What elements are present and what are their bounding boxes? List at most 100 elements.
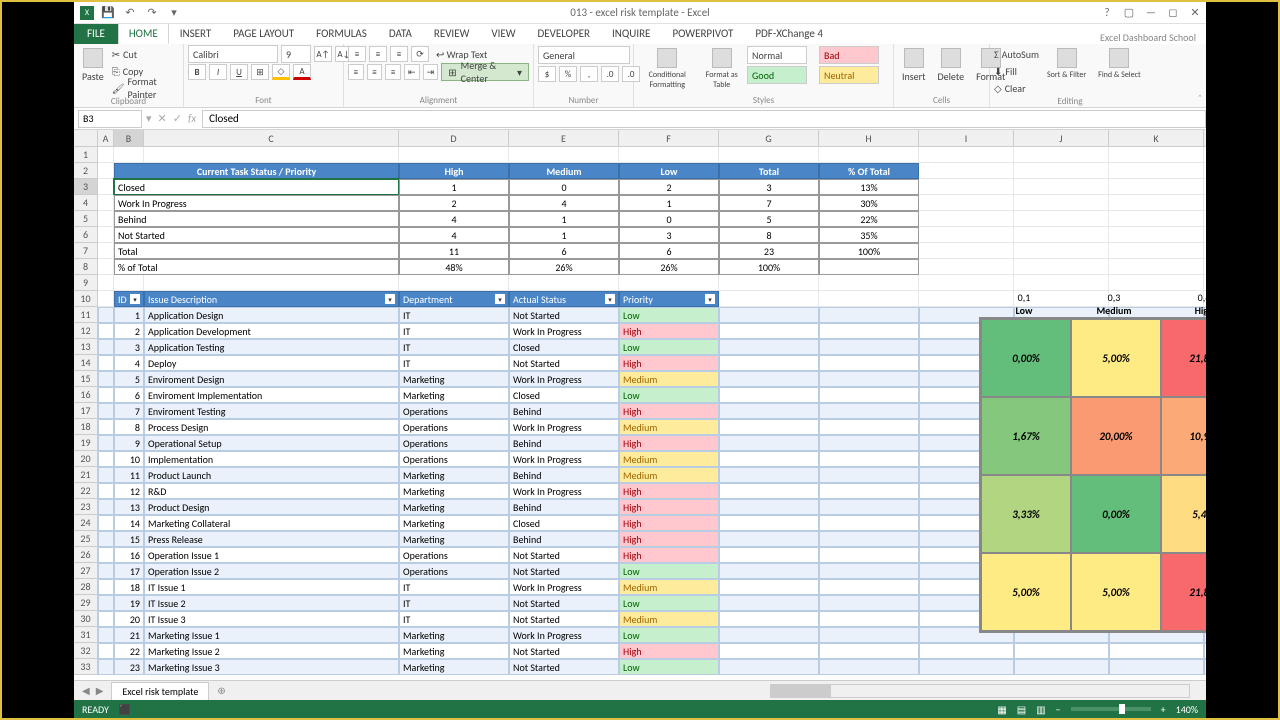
cell-E15[interactable]: Work In Progress [509,371,619,387]
tab-data[interactable]: DATA [378,23,423,44]
cell-E10[interactable]: Actual Status▾ [509,291,619,307]
row-header-8[interactable]: 8 [74,259,98,275]
cell-G17[interactable] [719,403,819,419]
fx-icon[interactable]: fx [188,112,196,125]
cell-G5[interactable]: 5 [719,211,819,227]
row-header-33[interactable]: 33 [74,659,98,675]
cell-G30[interactable] [719,611,819,627]
cell-C11[interactable]: Application Design [144,307,399,323]
border-button[interactable]: ⊞ [251,64,269,80]
font-name-select[interactable]: Calibri [188,45,278,63]
collapse-ribbon-icon[interactable]: ˆ [1198,92,1202,105]
cell-D24[interactable]: Marketing [399,515,509,531]
row-header-30[interactable]: 30 [74,611,98,627]
cell-H11[interactable] [819,307,919,323]
row-header-28[interactable]: 28 [74,579,98,595]
cell-J5[interactable] [1014,211,1109,227]
col-header-J[interactable]: J [1014,130,1109,147]
cell-B33[interactable]: 23 [114,659,144,675]
align-bottom-icon[interactable]: ≡ [390,46,408,62]
cell-B14[interactable]: 4 [114,355,144,371]
cell-C10[interactable]: Issue Description▾ [144,291,399,307]
row-header-17[interactable]: 17 [74,403,98,419]
cell-H12[interactable] [819,323,919,339]
cell-D3[interactable]: 1 [399,179,509,195]
cell-F2[interactable]: Low [619,163,719,179]
format-as-table-button[interactable]: Format as Table [700,46,743,92]
cell-K5[interactable] [1109,211,1204,227]
cell-G16[interactable] [719,387,819,403]
cell-K32[interactable] [1109,643,1204,659]
cell-E6[interactable]: 1 [509,227,619,243]
cell-B27[interactable]: 17 [114,563,144,579]
cell-I5[interactable] [919,211,1014,227]
cell-E3[interactable]: 0 [509,179,619,195]
cell-E11[interactable]: Not Started [509,307,619,323]
cell-E1[interactable] [509,147,619,163]
cell-B32[interactable]: 22 [114,643,144,659]
cell-D22[interactable]: Marketing [399,483,509,499]
style-good[interactable]: Good [747,66,807,84]
cell-H6[interactable]: 35% [819,227,919,243]
cell-A17[interactable] [98,403,114,419]
cell-B16[interactable]: 6 [114,387,144,403]
col-header-E[interactable]: E [509,130,619,147]
sheet-tab[interactable]: Excel risk template [111,682,209,700]
qat-dropdown-icon[interactable]: ▾ [166,5,182,21]
cell-F14[interactable]: High [619,355,719,371]
cell-D4[interactable]: 2 [399,195,509,211]
cell-E12[interactable]: Work In Progress [509,323,619,339]
col-header-B[interactable]: B [114,130,144,147]
cell-C26[interactable]: Operation Issue 1 [144,547,399,563]
cell-G33[interactable] [719,659,819,675]
sort-filter-button[interactable]: Sort & Filter [1043,46,1090,82]
cell-G4[interactable]: 7 [719,195,819,211]
cell-D5[interactable]: 4 [399,211,509,227]
col-header-C[interactable]: C [144,130,399,147]
zoom-level[interactable]: 140% [1176,703,1198,716]
cell-D12[interactable]: IT [399,323,509,339]
cell-B17[interactable]: 7 [114,403,144,419]
cell-A12[interactable] [98,323,114,339]
cell-F25[interactable]: High [619,531,719,547]
cell-F20[interactable]: Medium [619,451,719,467]
cell-G22[interactable] [719,483,819,499]
dashboard-school-link[interactable]: Excel Dashboard School [1100,31,1196,44]
cell-G21[interactable] [719,467,819,483]
cell-G29[interactable] [719,595,819,611]
merge-center-button[interactable]: ⊞ Merge & Center ▾ [441,63,529,81]
cell-F19[interactable]: High [619,435,719,451]
row-header-13[interactable]: 13 [74,339,98,355]
cell-A23[interactable] [98,499,114,515]
cell-F16[interactable]: Low [619,387,719,403]
cell-E31[interactable]: Work In Progress [509,627,619,643]
row-header-32[interactable]: 32 [74,643,98,659]
row-header-4[interactable]: 4 [74,195,98,211]
orientation-icon[interactable]: ⟳ [411,46,429,62]
cell-E22[interactable]: Work In Progress [509,483,619,499]
cell-H3[interactable]: 13% [819,179,919,195]
cell-B25[interactable]: 15 [114,531,144,547]
cell-A14[interactable] [98,355,114,371]
row-header-9[interactable]: 9 [74,275,98,291]
cell-H21[interactable] [819,467,919,483]
cell-D25[interactable]: Marketing [399,531,509,547]
cell-A4[interactable] [98,195,114,211]
cell-D29[interactable]: IT [399,595,509,611]
cell-B19[interactable]: 9 [114,435,144,451]
cell-E28[interactable]: Work In Progress [509,579,619,595]
cell-G20[interactable] [719,451,819,467]
cell-I4[interactable] [919,195,1014,211]
cell-D21[interactable]: Marketing [399,467,509,483]
cell-K33[interactable] [1109,659,1204,675]
cell-B28[interactable]: 18 [114,579,144,595]
col-header-H[interactable]: H [819,130,919,147]
cell-L32[interactable] [1204,643,1206,659]
cell-C16[interactable]: Enviroment Implementation [144,387,399,403]
cell-H8[interactable] [819,259,919,275]
undo-icon[interactable]: ↶ [122,5,138,21]
cell-E5[interactable]: 1 [509,211,619,227]
cell-I8[interactable] [919,259,1014,275]
row-header-16[interactable]: 16 [74,387,98,403]
underline-button[interactable]: U [230,64,248,80]
